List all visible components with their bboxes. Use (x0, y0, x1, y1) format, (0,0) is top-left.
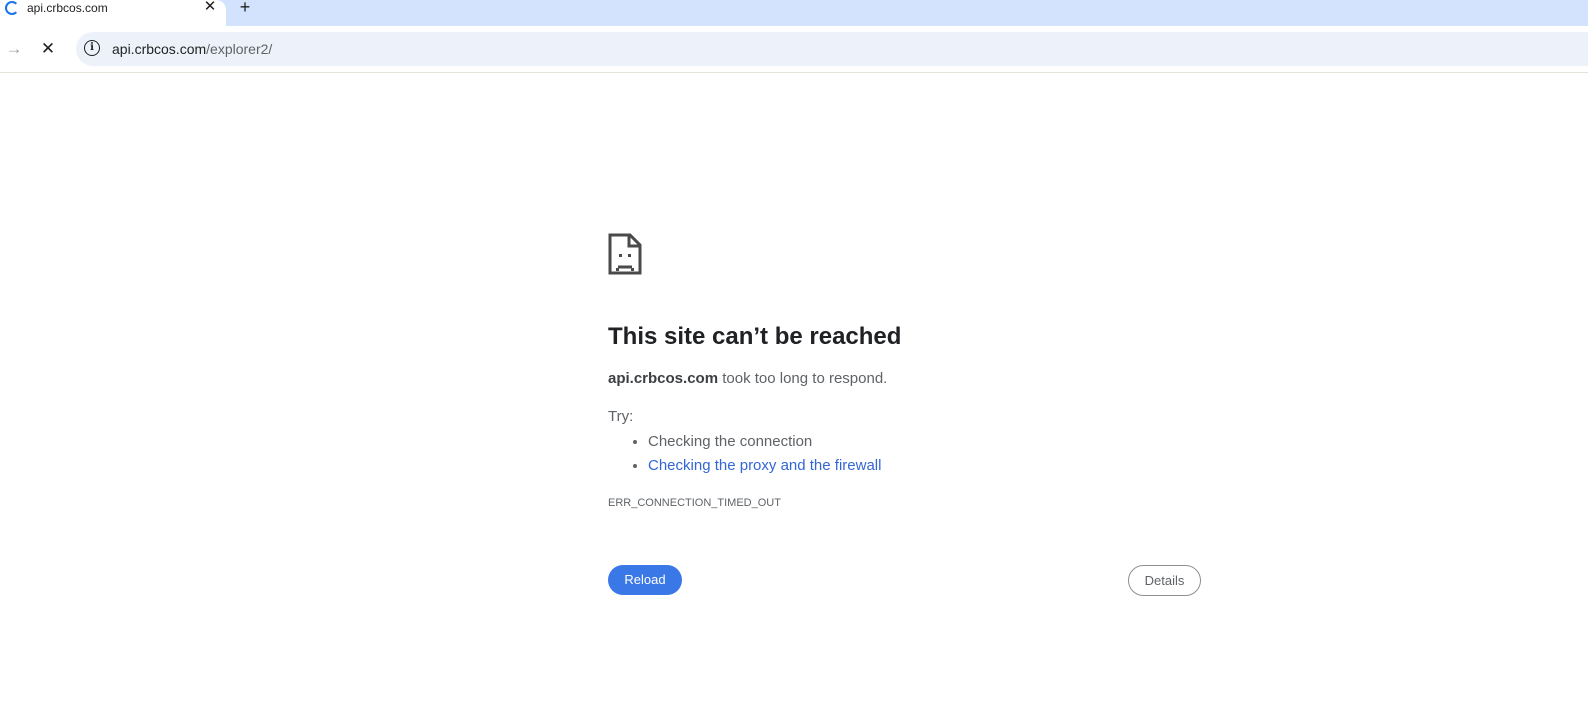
new-tab-icon[interactable]: + (236, 0, 254, 16)
sad-document-icon (608, 233, 642, 275)
error-summary-host: api.crbcos.com (608, 370, 719, 387)
error-heading: This site can’t be reached (608, 323, 902, 350)
stop-loading-icon[interactable]: ✕ (38, 39, 58, 59)
error-summary: api.crbcos.com took too long to respond. (608, 370, 887, 388)
details-button[interactable]: Details (1128, 565, 1201, 596)
active-tab[interactable]: api.crbcos.com ✕ (0, 0, 226, 28)
reload-button[interactable]: Reload (608, 565, 682, 595)
url-host: api.crbcos.com (112, 41, 207, 57)
tab-strip: api.crbcos.com ✕ + (0, 0, 1588, 28)
url-text[interactable]: api.crbcos.com/explorer2/ (112, 41, 272, 57)
forward-arrow-icon[interactable]: → (4, 39, 24, 59)
url-path: /explorer2/ (206, 41, 273, 57)
error-summary-text: took too long to respond. (718, 370, 888, 387)
suggestion-check-proxy-firewall[interactable]: Checking the proxy and the firewall (648, 454, 881, 478)
try-label: Try: (608, 408, 634, 425)
suggestion-text: Checking the connection (648, 433, 813, 450)
loading-spinner-icon (5, 1, 19, 15)
error-code: ERR_CONNECTION_TIMED_OUT (608, 497, 781, 509)
tab-title: api.crbcos.com (27, 1, 108, 15)
browser-toolbar: → ✕ i api.crbcos.com/explorer2/ (0, 26, 1588, 73)
address-bar[interactable]: i api.crbcos.com/explorer2/ (76, 32, 1588, 66)
proxy-firewall-link[interactable]: Checking the proxy and the firewall (648, 457, 881, 474)
suggestions-list: Checking the connection Checking the pro… (608, 430, 881, 478)
suggestion-check-connection: Checking the connection (648, 430, 881, 454)
site-info-icon[interactable]: i (84, 40, 100, 56)
tab-close-icon[interactable]: ✕ (202, 0, 218, 15)
